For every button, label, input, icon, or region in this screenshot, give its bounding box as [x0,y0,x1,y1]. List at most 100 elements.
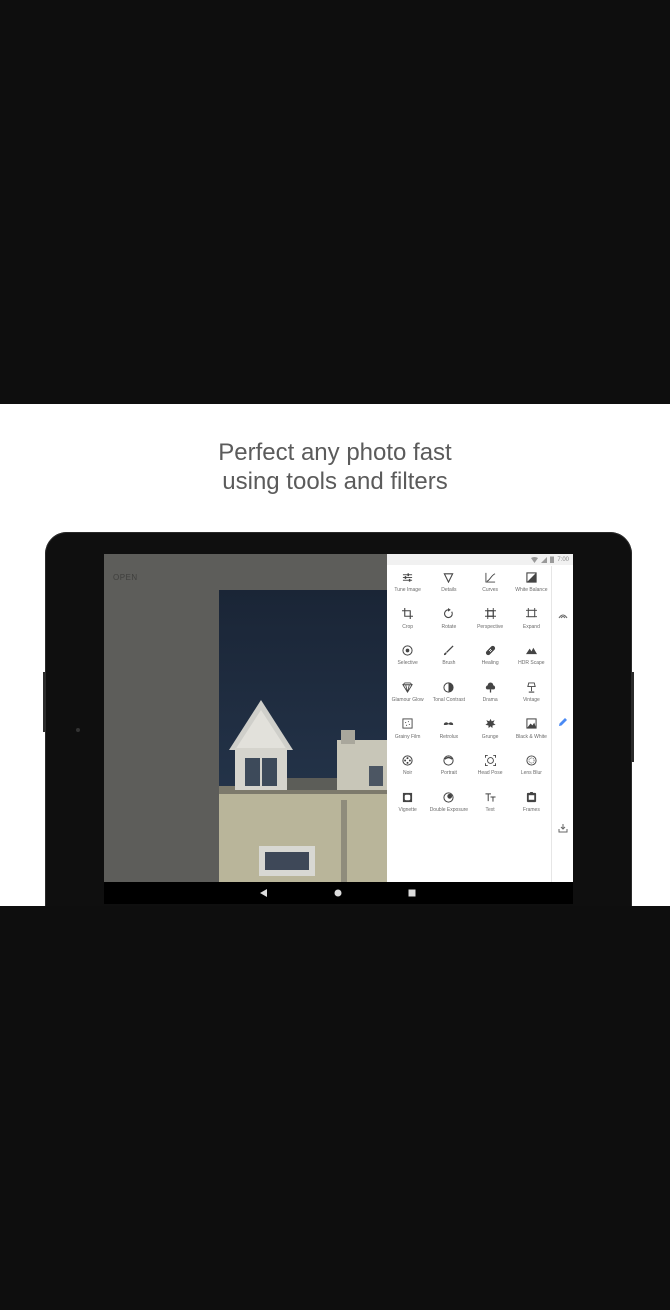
open-button[interactable]: OPEN [113,573,138,582]
tool-label: Frames [522,807,540,814]
home-icon [334,889,342,897]
diamond-icon [401,680,415,694]
tool-noir[interactable]: Noir [387,749,428,786]
tool-curves[interactable]: Curves [470,566,511,603]
pencil-icon [559,718,567,726]
sliders-icon [401,570,415,584]
tool-tonal-contrast[interactable]: Tonal Contrast [428,676,469,713]
headline: Perfect any photo fast using tools and f… [0,438,670,496]
tool-label: Vignette [398,807,417,814]
edited-photo [219,590,387,882]
tablet-side-button-right [631,672,634,762]
side-rail [551,566,573,882]
looks-icon [558,614,568,619]
vignette-icon [401,790,415,804]
promo-card: Perfect any photo fast using tools and f… [0,404,670,906]
tool-label: Vintage [522,697,540,704]
tool-healing[interactable]: Healing [470,639,511,676]
editor-canvas: OPEN [104,554,387,882]
battery-icon [550,556,555,563]
tool-perspective[interactable]: Perspective [470,603,511,640]
recents-icon [408,889,416,897]
crop-icon [401,607,415,621]
tool-label: Double Exposure [429,807,469,814]
tool-label: Crop [402,623,414,630]
tool-label: Drama [482,697,498,704]
tool-grainy-film[interactable]: Grainy Film [387,713,428,750]
tools-tab-button[interactable] [557,716,569,728]
tool-vintage[interactable]: Vintage [511,676,552,713]
tool-tune-image[interactable]: Tune Image [387,566,428,603]
tool-brush[interactable]: Brush [428,639,469,676]
tool-label: Healing [481,660,499,667]
tool-crop[interactable]: Crop [387,603,428,640]
tool-details[interactable]: Details [428,566,469,603]
tool-label: Retrolux [439,733,459,740]
tool-label: Perspective [477,623,504,630]
nav-recents-button[interactable] [407,888,417,898]
export-button[interactable] [557,822,569,834]
tool-retrolux[interactable]: Retrolux [428,713,469,750]
status-time: 7:00 [557,556,569,563]
nav-back-button[interactable] [259,888,269,898]
tablet-camera [76,728,80,732]
tools-panel: 7:00 Tune Image Details Curves White Bal… [387,554,573,882]
tool-frames[interactable]: Frames [511,786,552,823]
tool-label: Rotate [441,623,457,630]
tools-grid: Tune Image Details Curves White Balance … [387,566,552,823]
bw-icon [524,717,538,731]
headline-line-1: Perfect any photo fast [218,439,452,466]
signal-icon [541,556,548,563]
tool-drama[interactable]: Drama [470,676,511,713]
mustache-icon [442,717,456,731]
tool-label: Glamour Glow [391,697,424,704]
tool-selective[interactable]: Selective [387,639,428,676]
back-icon [260,889,267,897]
bandage-icon [483,643,497,657]
white-balance-icon [524,570,538,584]
tool-head-pose[interactable]: Head Pose [470,749,511,786]
head-pose-icon [483,753,497,767]
contrast-icon [442,680,456,694]
tool-text[interactable]: Text [470,786,511,823]
expand-icon [524,607,538,621]
tool-label: HDR Scape [518,660,545,667]
tool-glamour-glow[interactable]: Glamour Glow [387,676,428,713]
tablet-screen: OPEN 7:00 Tune Image Details Curves Whit… [104,554,573,904]
tool-label: Expand [522,623,540,630]
tool-label: Details [441,587,457,593]
tool-vignette[interactable]: Vignette [387,786,428,823]
tool-label: Grainy Film [394,733,421,740]
tool-black-white[interactable]: Black & White [511,713,552,750]
tool-label: White Balance [515,587,548,593]
nav-home-button[interactable] [333,888,343,898]
film-icon [401,717,415,731]
export-icon [558,824,568,833]
rotate-icon [442,607,456,621]
tool-grunge[interactable]: Grunge [470,713,511,750]
tool-hdr-scape[interactable]: HDR Scape [511,639,552,676]
tablet-side-button-left [43,672,46,732]
reel-icon [401,753,415,767]
looks-button[interactable] [557,610,569,622]
tool-portrait[interactable]: Portrait [428,749,469,786]
brush-icon [442,643,456,657]
tool-label: Tune Image [394,587,421,593]
bottom-dark-band [0,906,670,1310]
tool-label: Tonal Contrast [432,697,465,704]
tool-white-balance[interactable]: White Balance [511,566,552,603]
tool-label: Black & White [515,733,547,740]
tool-label: Brush [442,660,456,667]
tool-double-exposure[interactable]: Double Exposure [428,786,469,823]
mountain-icon [524,643,538,657]
triangle-down-icon [442,570,456,584]
tool-expand[interactable]: Expand [511,603,552,640]
tool-rotate[interactable]: Rotate [428,603,469,640]
tool-lens-blur[interactable]: Lens Blur [511,749,552,786]
headline-line-2: using tools and filters [222,468,448,495]
tablet-frame: OPEN 7:00 Tune Image Details Curves Whit… [43,532,634,906]
lamp-icon [524,680,538,694]
tool-label: Noir [403,770,413,777]
curve-icon [483,570,497,584]
top-dark-band [0,0,670,404]
